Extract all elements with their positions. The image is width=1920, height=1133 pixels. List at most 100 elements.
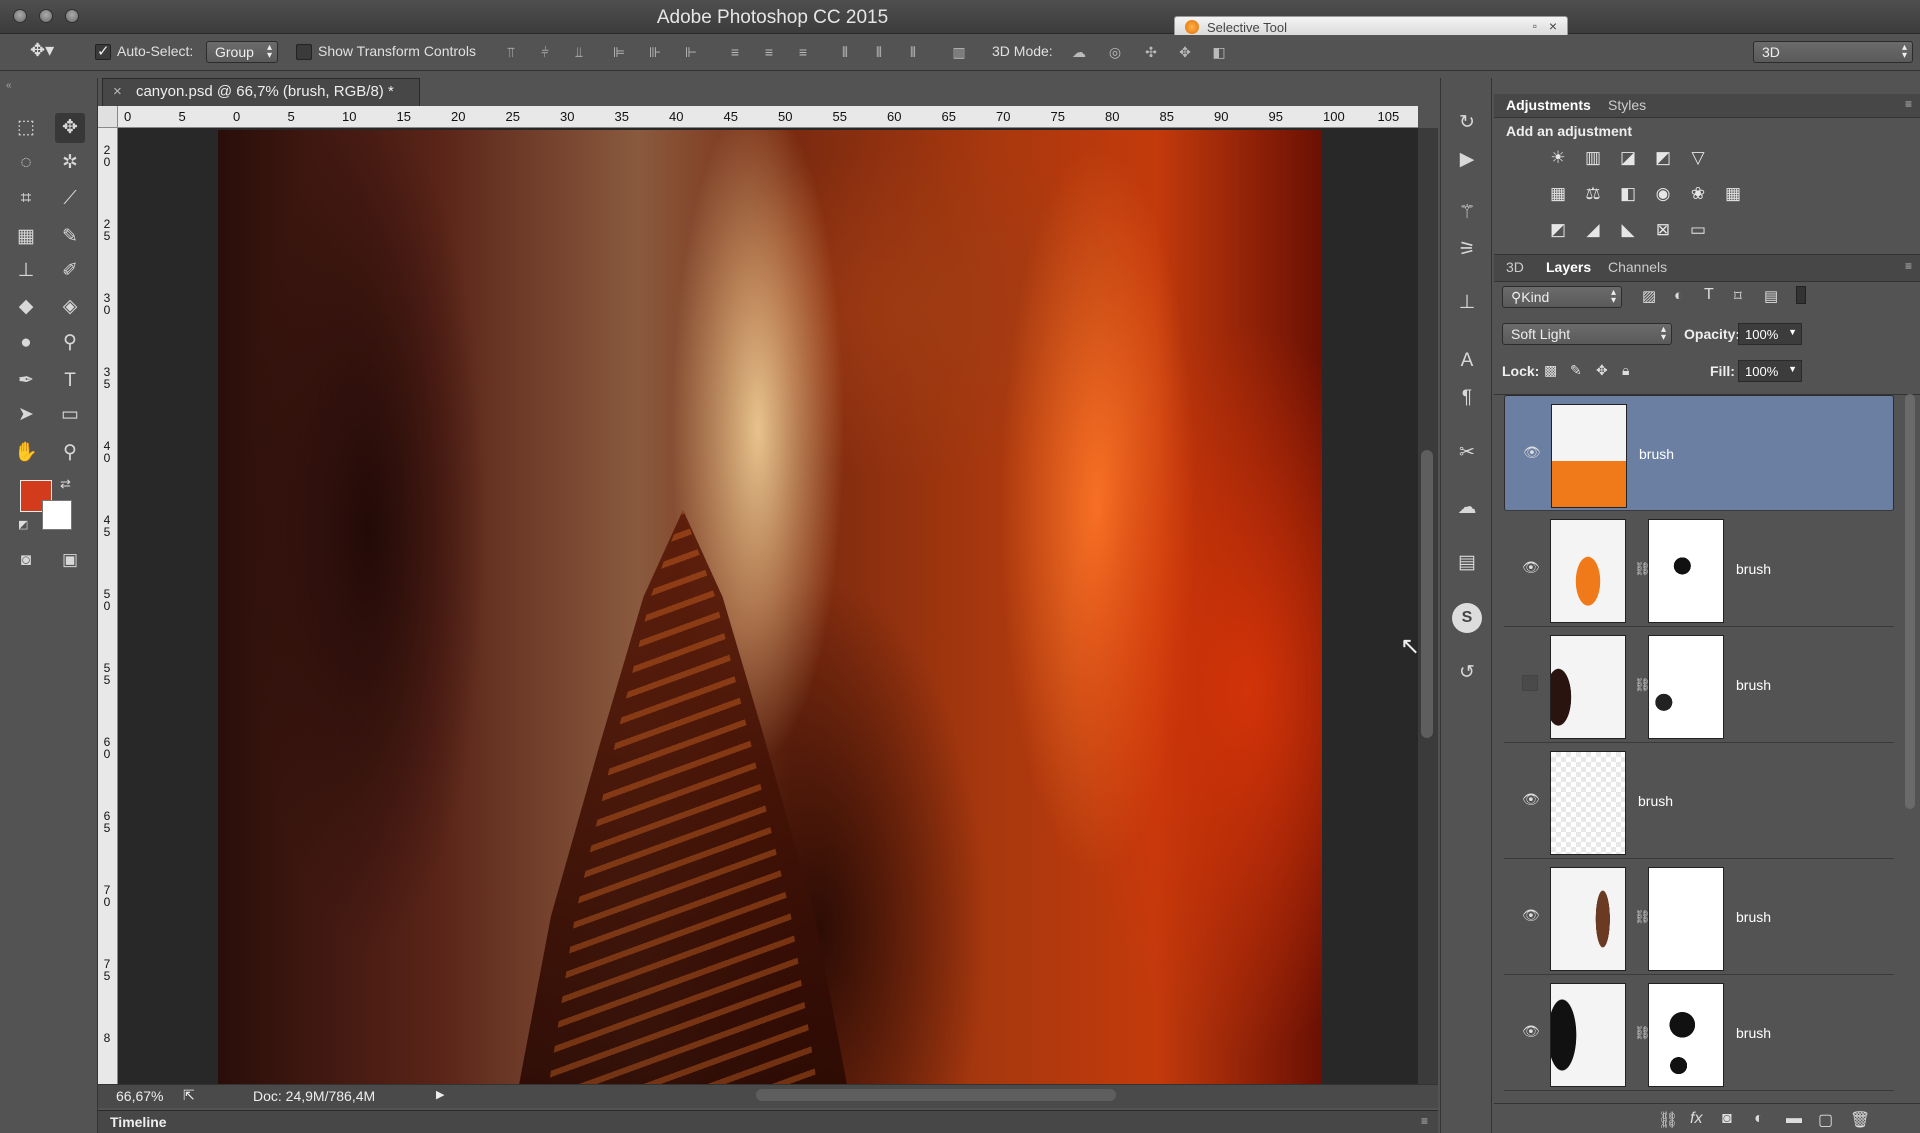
vertical-ruler[interactable]: 2 0 2 5 3 0 3 5 4 0 4 5 5 0 5 5 6 0 6 5 7 0 7 5 8 [98,128,118,1084]
properties-icon[interactable]: ▤ [1452,548,1482,578]
eye-icon[interactable]: 👁︎ [1522,1023,1542,1039]
tab-3d[interactable]: 3D [1506,259,1524,275]
lock-pixels-icon[interactable]: ✎ [1570,362,1582,379]
blur-tool-icon[interactable]: ● [11,328,41,358]
eyedropper-icon[interactable]: ⟋ [55,184,85,214]
layers-scrollbar[interactable] [1905,394,1915,809]
hand-tool-icon[interactable]: ✋ [11,438,41,468]
tab-layers[interactable]: Layers [1546,259,1591,275]
close-icon[interactable]: × [1549,18,1557,34]
filter-kind-dropdown[interactable]: ⚲Kind ▴ ▾ [1502,286,1622,308]
distribute-vcenter-icon[interactable]: ≡ [760,44,778,62]
align-right-icon[interactable]: ⊩ [682,44,700,62]
new-layer-icon[interactable]: ▢ [1818,1110,1833,1130]
brush-tool-icon[interactable]: ✎ [55,222,85,252]
crop-tool-icon[interactable]: ⌗ [11,184,41,214]
show-transform-checkbox[interactable] [296,44,312,60]
distribute-top-icon[interactable]: ≡ [726,44,744,62]
color-lookup-icon[interactable]: ▦ [1719,182,1747,206]
lock-position-icon[interactable]: ✥ [1596,362,1608,379]
filter-type-icon[interactable]: T [1704,286,1714,304]
horizontal-scroll-thumb[interactable] [756,1089,1116,1101]
posterize-icon[interactable]: ◢ [1579,218,1607,242]
path-selection-icon[interactable]: ➤ [11,400,41,430]
zoom-tool-icon[interactable]: ⚲ [55,438,85,468]
marquee-tool-icon[interactable]: ⬚ [11,113,41,143]
chevron-down-icon[interactable]: ▼ [1788,327,1797,337]
swap-colors-icon[interactable]: ⇄ [60,476,71,492]
align-hcenter-icon[interactable]: ⊪ [646,44,664,62]
move-tool-icon[interactable]: ✥ [55,113,85,143]
scale-3d-icon[interactable]: ◧ [1210,44,1228,62]
blend-mode-dropdown[interactable]: Soft Light ▴ ▾ [1502,323,1672,345]
close-tab-icon[interactable]: × [113,83,122,100]
layer-row[interactable]: 👁︎ ⛓︎ brush [1504,859,1894,975]
lock-all-icon[interactable]: 🔒︎ [1622,362,1629,379]
brush-panel-icon[interactable]: ⚞ [1452,235,1482,265]
vibrance-icon[interactable]: ▽ [1684,146,1712,170]
layer-row[interactable]: 👁︎ ⛓︎ brush [1504,511,1894,627]
new-group-icon[interactable]: ▬ [1786,1110,1802,1128]
eye-icon[interactable]: 👁︎ [1522,791,1542,807]
photo-filter-icon[interactable]: ◉ [1649,182,1677,206]
distribute-left-icon[interactable]: ⦀ [836,44,854,62]
distribute-right-icon[interactable]: ⦀ [904,44,922,62]
layer-row[interactable]: ⛓︎ brush [1504,627,1894,743]
timeline-panel[interactable]: Timeline ≡ [98,1110,1438,1133]
canvas-artwork[interactable] [218,130,1322,1084]
libraries-icon[interactable]: ☁ [1452,493,1482,523]
link-layers-icon[interactable]: ⛓︎ [1658,1110,1678,1130]
slide-3d-icon[interactable]: ✥ [1176,44,1194,62]
invert-icon[interactable]: ◩ [1544,218,1572,242]
filter-smartobject-icon[interactable]: ▤ [1764,287,1778,305]
refresh-icon[interactable]: ↺ [1452,658,1482,688]
move-tool-preset-icon[interactable]: ✥▾ [30,40,54,61]
black-white-icon[interactable]: ◧ [1614,182,1642,206]
color-balance-icon[interactable]: ⚖ [1579,182,1607,206]
default-colors-icon[interactable]: ◩ [18,518,28,531]
history-icon[interactable]: ↻ [1452,108,1482,138]
horizontal-ruler[interactable]: 0 5 0 5 10 15 20 25 30 35 40 45 50 55 60 65 70 75 80 85 90 95… [118,106,1418,128]
paragraph-icon[interactable]: ¶ [1452,383,1482,413]
collapse-icon[interactable]: « [6,80,12,91]
workspace-dropdown[interactable]: 3D ▴ ▾ [1753,41,1913,63]
background-color-swatch[interactable] [42,500,72,530]
visibility-toggle[interactable] [1522,675,1538,691]
status-menu-icon[interactable]: ▶ [436,1088,444,1101]
orbit-3d-icon[interactable]: ☁ [1070,44,1088,62]
chevron-down-icon[interactable]: ▼ [1788,364,1797,374]
fx-icon[interactable]: fx [1690,1110,1702,1128]
document-tab[interactable]: × canyon.psd @ 66,7% (brush, RGB/8) * [102,78,420,106]
layer-row[interactable]: 👁︎ brush [1504,395,1894,511]
align-top-icon[interactable]: ⫪ [502,44,520,62]
healing-brush-icon[interactable]: ▦ [11,222,41,252]
auto-select-checkbox[interactable]: ✓ [95,43,111,60]
tab-styles[interactable]: Styles [1608,97,1646,113]
panel-menu-icon[interactable]: ≡ [1905,259,1912,273]
filter-shape-icon[interactable]: ⌑ [1734,287,1742,305]
fill-field[interactable]: 100% ▼ [1738,360,1802,382]
paint-bucket-icon[interactable]: ◈ [55,292,85,322]
layer-row[interactable]: 👁︎ ⛓︎ brush [1504,975,1894,1091]
channel-mixer-icon[interactable]: ❀ [1684,182,1712,206]
pan-3d-icon[interactable]: ✣ [1142,44,1160,62]
dodge-tool-icon[interactable]: ⚲ [55,328,85,358]
gradient-map-icon[interactable]: ▭ [1684,218,1712,242]
vertical-scroll-thumb[interactable] [1421,450,1433,738]
magic-wand-icon[interactable]: ✲ [55,148,85,178]
distribute-hcenter-icon[interactable]: ⦀ [870,44,888,62]
levels-icon[interactable]: ▥ [1579,146,1607,170]
layer-row[interactable]: 👁︎ brush [1504,743,1894,859]
eye-icon[interactable]: 👁︎ [1522,907,1542,923]
tab-adjustments[interactable]: Adjustments [1506,97,1591,113]
rectangle-tool-icon[interactable]: ▭ [55,400,85,430]
curves-icon[interactable]: ◪ [1614,146,1642,170]
zoom-level[interactable]: 66,67% [116,1088,163,1104]
tab-channels[interactable]: Channels [1608,259,1667,275]
brush-presets-icon[interactable]: ⚚ [1452,198,1482,228]
selective-color-icon[interactable]: ⊠ [1649,218,1677,242]
ruler-origin[interactable] [98,106,118,128]
share-icon[interactable]: ⇱ [183,1087,195,1104]
new-adjustment-icon[interactable]: ◐ [1754,1110,1764,1128]
clone-stamp-icon[interactable]: ⊥ [11,256,41,286]
